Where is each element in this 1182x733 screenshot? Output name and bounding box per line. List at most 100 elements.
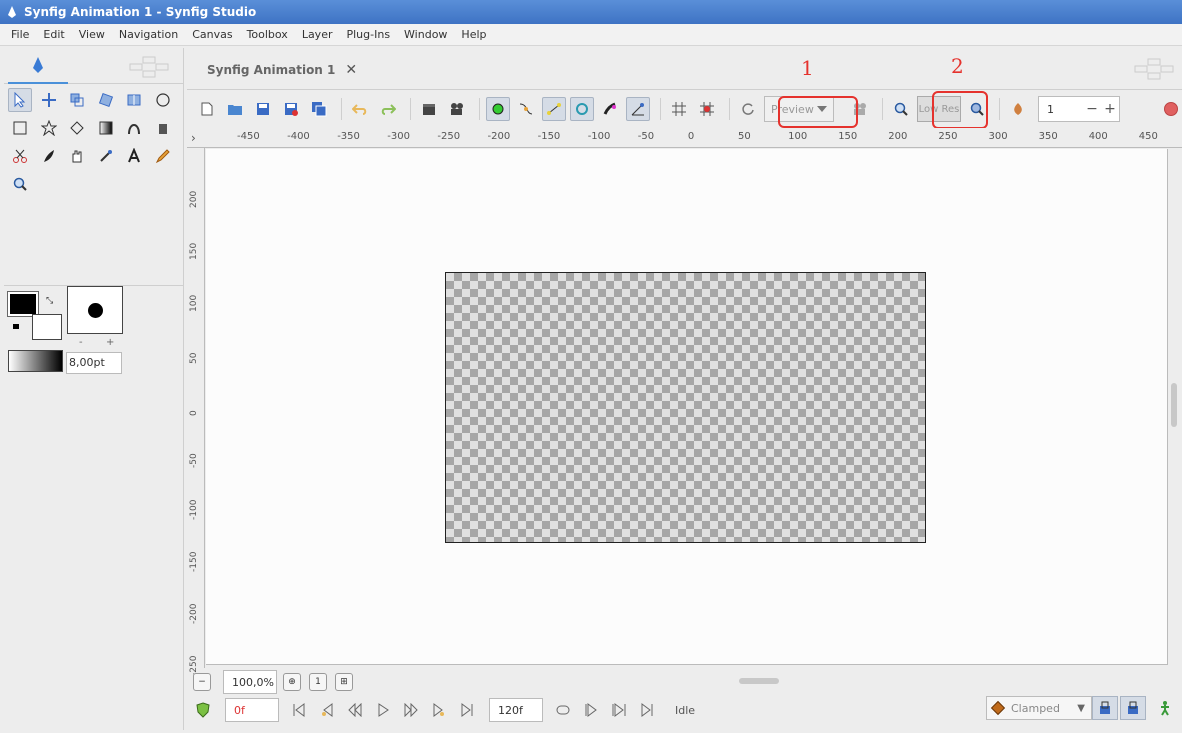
- shield-icon: [196, 702, 210, 718]
- chevron-right-icon[interactable]: ›: [191, 131, 196, 145]
- onion-skin-value[interactable]: 1: [1039, 103, 1083, 116]
- show-position-handles-toggle[interactable]: [486, 97, 510, 121]
- zoom-out-small-button[interactable]: −: [193, 673, 211, 691]
- fill-tool[interactable]: [151, 116, 175, 140]
- save-all-button[interactable]: [307, 97, 331, 121]
- preview-render-button[interactable]: [445, 97, 469, 121]
- save-as-button[interactable]: [279, 97, 303, 121]
- fill-color-swatch[interactable]: [32, 314, 62, 340]
- prev-keyframe-button[interactable]: [317, 700, 337, 720]
- render-button[interactable]: [417, 97, 441, 121]
- transform-tool[interactable]: [8, 88, 32, 112]
- reset-colors-icon[interactable]: [13, 324, 19, 329]
- snap-grid-toggle[interactable]: [695, 97, 719, 121]
- swap-colors-icon[interactable]: ⤡: [46, 296, 53, 306]
- ruler-h-tick-label: -150: [537, 131, 561, 142]
- brush-width-field[interactable]: 8,00pt: [66, 352, 122, 374]
- scale-tool[interactable]: [65, 88, 89, 112]
- menu-help[interactable]: Help: [454, 28, 493, 41]
- end-time-field[interactable]: 120f: [489, 698, 543, 722]
- play-bounds-lower-button[interactable]: [581, 700, 601, 720]
- zoom-in-button[interactable]: [889, 97, 913, 121]
- circle-tool[interactable]: [151, 88, 175, 112]
- onion-skin-decrease[interactable]: −: [1083, 101, 1101, 117]
- canvas-frame[interactable]: [445, 272, 926, 543]
- brush-size-decrease[interactable]: -: [79, 337, 83, 348]
- canvas-work-area[interactable]: [206, 149, 1168, 665]
- current-time-field[interactable]: 0f: [225, 698, 279, 722]
- future-keyframes-lock-toggle[interactable]: [1120, 696, 1146, 720]
- menu-plugins[interactable]: Plug-Ins: [339, 28, 397, 41]
- redo-button[interactable]: [376, 97, 400, 121]
- undo-button[interactable]: [348, 97, 372, 121]
- zoom-fit-button[interactable]: ⊕: [283, 673, 301, 691]
- polygon-icon: [70, 121, 84, 135]
- show-tangent-handles-toggle[interactable]: [542, 97, 566, 121]
- onion-skin-spinner[interactable]: 1 − +: [1038, 96, 1120, 122]
- toolbox-tab[interactable]: [8, 48, 68, 84]
- cutout-tool[interactable]: [8, 144, 32, 168]
- menu-window[interactable]: Window: [397, 28, 454, 41]
- menu-file[interactable]: File: [4, 28, 36, 41]
- prev-frame-button[interactable]: [345, 700, 365, 720]
- show-vertex-handles-toggle[interactable]: [514, 97, 538, 121]
- close-icon[interactable]: ✕: [345, 62, 357, 78]
- loop-toggle[interactable]: [553, 700, 573, 720]
- onion-skin-toggle[interactable]: [1006, 97, 1030, 121]
- animation-mode-toggle[interactable]: [1152, 696, 1178, 720]
- play-button[interactable]: [373, 700, 393, 720]
- polygon-tool[interactable]: [65, 116, 89, 140]
- ruler-v-tick-label: 0: [189, 410, 199, 416]
- mirror-tool[interactable]: [122, 88, 146, 112]
- next-frame-button[interactable]: [401, 700, 421, 720]
- past-keyframes-lock-toggle[interactable]: [1092, 696, 1118, 720]
- save-button[interactable]: [251, 97, 275, 121]
- sketch-tool[interactable]: [151, 144, 175, 168]
- width-tool[interactable]: [37, 144, 61, 168]
- menu-view[interactable]: View: [72, 28, 112, 41]
- menu-navigation[interactable]: Navigation: [112, 28, 185, 41]
- show-angle-handles-toggle[interactable]: [626, 97, 650, 121]
- menu-layer[interactable]: Layer: [295, 28, 340, 41]
- zoom-100-button[interactable]: 1: [309, 673, 327, 691]
- zoom-fit-all-button[interactable]: ⊞: [335, 673, 353, 691]
- play-bounds-upper-button[interactable]: [637, 700, 657, 720]
- rotate-tool[interactable]: [94, 88, 118, 112]
- seek-begin-button[interactable]: [289, 700, 309, 720]
- star-tool[interactable]: [37, 116, 61, 140]
- show-radius-handles-toggle[interactable]: [570, 97, 594, 121]
- menu-toolbox[interactable]: Toolbox: [240, 28, 295, 41]
- gradient-tool[interactable]: [94, 116, 118, 140]
- time-bar: 0f 120f Idle Clamped ▼: [187, 696, 1182, 724]
- dock-grip-icon[interactable]: [129, 56, 169, 78]
- animation-mode-record-icon[interactable]: [1164, 102, 1178, 116]
- dock-grip-icon[interactable]: [1134, 58, 1174, 80]
- spline-tool[interactable]: [122, 116, 146, 140]
- brush-size-increase[interactable]: +: [106, 337, 114, 348]
- keyframe-lock-button[interactable]: [193, 700, 213, 720]
- smooth-move-tool[interactable]: [37, 88, 61, 112]
- open-file-button[interactable]: [223, 97, 247, 121]
- play-bounds-toggle[interactable]: [609, 700, 629, 720]
- eyedropper-tool[interactable]: [94, 144, 118, 168]
- interpolation-combo[interactable]: Clamped ▼: [986, 696, 1092, 720]
- seek-end-button[interactable]: [457, 700, 477, 720]
- show-width-handles-toggle[interactable]: [598, 97, 622, 121]
- vertical-scrollbar[interactable]: [1171, 383, 1177, 427]
- new-file-button[interactable]: [195, 97, 219, 121]
- outline-color-swatch[interactable]: [7, 291, 39, 317]
- menu-edit[interactable]: Edit: [36, 28, 71, 41]
- save-as-icon: [285, 103, 298, 116]
- refresh-button[interactable]: [736, 97, 760, 121]
- rectangle-tool[interactable]: [8, 116, 32, 140]
- bone-tool[interactable]: [65, 144, 89, 168]
- next-keyframe-button[interactable]: [429, 700, 449, 720]
- zoom-tool[interactable]: [8, 172, 32, 196]
- show-grid-toggle[interactable]: [667, 97, 691, 121]
- default-gradient-swatch[interactable]: [8, 350, 63, 372]
- onion-skin-increase[interactable]: +: [1101, 101, 1119, 117]
- document-tab[interactable]: Synfig Animation 1 ✕: [207, 62, 357, 78]
- menu-canvas[interactable]: Canvas: [185, 28, 239, 41]
- zoom-field[interactable]: 100,0%: [223, 670, 277, 694]
- text-tool[interactable]: [122, 144, 146, 168]
